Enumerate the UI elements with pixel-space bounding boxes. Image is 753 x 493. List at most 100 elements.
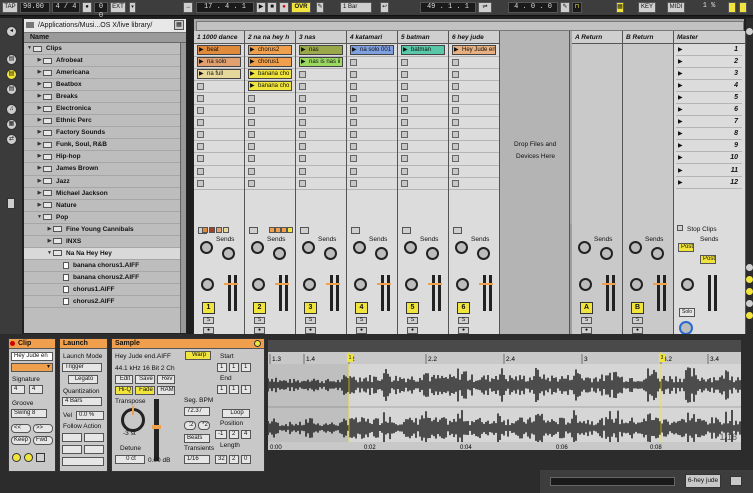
- crossfade-toggle-icon[interactable]: [746, 300, 753, 307]
- scene-launch-row[interactable]: ▶ 9: [676, 141, 742, 153]
- keep-button[interactable]: Keep: [11, 436, 31, 445]
- track-activator-button[interactable]: A: [580, 302, 593, 314]
- send-a-knob[interactable]: [251, 241, 264, 254]
- groove-menu[interactable]: Swing 8: [11, 409, 47, 418]
- solo-button[interactable]: S: [203, 317, 214, 324]
- browser-folder-item[interactable]: ▶ Beatbox: [24, 79, 186, 92]
- clip-stop-button[interactable]: [248, 155, 255, 163]
- scene-launch-row[interactable]: ▶ 11: [676, 166, 742, 177]
- clip-slot[interactable]: ▶ chorus1: [248, 57, 292, 68]
- start-sixteenth[interactable]: 1: [241, 363, 251, 372]
- clip-stop-button[interactable]: [299, 167, 306, 175]
- device-browser-icon[interactable]: ♫: [6, 104, 17, 115]
- clip-stop-button[interactable]: [401, 167, 408, 175]
- signature-field[interactable]: 4 / 4: [52, 2, 80, 13]
- solo-button[interactable]: S: [356, 317, 367, 324]
- browser-scrollbar[interactable]: [180, 43, 186, 333]
- solo-button[interactable]: S: [632, 317, 643, 324]
- track-activator-button[interactable]: 6: [457, 302, 470, 314]
- clip-stop-button[interactable]: [299, 119, 306, 127]
- tap-button[interactable]: TAP: [2, 2, 18, 13]
- loop-start-marker[interactable]: 1: [347, 354, 353, 362]
- send-b-knob[interactable]: [273, 247, 286, 260]
- clip-stop-button[interactable]: [401, 143, 408, 151]
- volume-fader-handle[interactable]: [479, 283, 493, 285]
- solo-button[interactable]: S: [458, 317, 469, 324]
- nudge-forward-button[interactable]: >>: [33, 424, 53, 433]
- arrangement-position[interactable]: 17 . 4 . 1: [196, 2, 254, 13]
- follow-action-b[interactable]: [84, 433, 104, 442]
- arm-button[interactable]: ●: [407, 327, 418, 334]
- send-a-knob[interactable]: [629, 241, 642, 254]
- clip-stop-button[interactable]: [452, 143, 459, 151]
- loop-button[interactable]: Loop: [222, 409, 250, 418]
- track-stop-button[interactable]: [249, 227, 258, 234]
- scene-launch-row[interactable]: ▶ 12: [676, 178, 742, 189]
- clip-stop-button[interactable]: [452, 119, 459, 127]
- send-a-knob[interactable]: [353, 241, 366, 254]
- clip-stop-button[interactable]: [401, 131, 408, 139]
- follow-action-b-chance[interactable]: [84, 445, 104, 454]
- track-activator-button[interactable]: 5: [406, 302, 419, 314]
- reverse-button[interactable]: Rev: [157, 375, 175, 384]
- browser-folder-item[interactable]: ▶ Fine Young Cannibals: [24, 224, 186, 236]
- envelope-icon[interactable]: [36, 453, 45, 462]
- clip-stop-button[interactable]: [350, 71, 357, 79]
- clip-stop-button[interactable]: [197, 179, 204, 187]
- position-bar[interactable]: -1: [215, 430, 227, 439]
- parent-folder-icon[interactable]: [26, 22, 34, 28]
- expand-triangle-icon[interactable]: ▶: [36, 139, 43, 150]
- fwd-button[interactable]: Fwd: [33, 436, 53, 445]
- clip-stop-button[interactable]: [350, 119, 357, 127]
- clip-stop-button[interactable]: [299, 143, 306, 151]
- clip-slot[interactable]: ▶ banana cho: [248, 69, 292, 80]
- volume-fader-handle[interactable]: [602, 283, 616, 285]
- clip-stop-button[interactable]: [350, 155, 357, 163]
- pan-knob[interactable]: [456, 278, 469, 291]
- clip-stop-button[interactable]: [401, 119, 408, 127]
- scene-play-icon[interactable]: ▶: [678, 94, 683, 101]
- clip-stop-button[interactable]: [452, 83, 459, 91]
- solo-button[interactable]: S: [407, 317, 418, 324]
- cue-volume-knob[interactable]: [679, 321, 693, 335]
- browser-folder-item[interactable]: ▶ Jazz: [24, 176, 186, 188]
- clip-stop-button[interactable]: [248, 131, 255, 139]
- send-b-knob[interactable]: [222, 247, 235, 260]
- quantize-menu[interactable]: 1 Bar: [340, 2, 372, 13]
- punch-icon[interactable]: ⊓: [572, 2, 582, 13]
- key-map-button[interactable]: KEY: [638, 2, 656, 13]
- clip-stop-button[interactable]: [299, 71, 306, 79]
- pan-knob[interactable]: [303, 278, 316, 291]
- back-icon[interactable]: ↩: [380, 2, 389, 13]
- send-b-knob[interactable]: [324, 247, 337, 260]
- volume-fader-handle[interactable]: [653, 283, 667, 285]
- nudge-back-button[interactable]: <<: [11, 424, 31, 433]
- track-title[interactable]: 5 batman: [398, 31, 448, 44]
- follow-arrow-icon[interactable]: →: [183, 2, 193, 13]
- position-beat[interactable]: 2: [229, 430, 239, 439]
- io-toggle-icon[interactable]: [746, 264, 753, 271]
- length-sixteenth[interactable]: 0: [241, 455, 251, 464]
- pan-knob[interactable]: [579, 278, 592, 291]
- track-activator-button[interactable]: 4: [355, 302, 368, 314]
- clip-slot[interactable]: ▶ na solo: [197, 57, 241, 68]
- clip-stop-button[interactable]: [401, 71, 408, 79]
- clip-slot[interactable]: ▶ Hey Jude en: [452, 45, 496, 55]
- sample-activator-icon[interactable]: [254, 340, 261, 347]
- clip-stop-button[interactable]: [401, 83, 408, 91]
- clip-stop-button[interactable]: [197, 155, 204, 163]
- fade-button[interactable]: Fade: [135, 386, 155, 395]
- clip-stop-button[interactable]: [299, 131, 306, 139]
- overview-bar[interactable]: [196, 21, 744, 31]
- send-b-knob[interactable]: [426, 247, 439, 260]
- clip-play-icon[interactable]: ▶: [301, 58, 306, 66]
- collapse-triangle-icon[interactable]: ▼: [46, 248, 53, 259]
- warp-button[interactable]: Warp: [185, 351, 211, 360]
- pan-knob[interactable]: [405, 278, 418, 291]
- arm-button[interactable]: ●: [356, 327, 367, 334]
- hide-browser-icon[interactable]: ◂: [6, 26, 17, 37]
- clip-play-icon[interactable]: ▶: [250, 46, 255, 54]
- clip-stop-button[interactable]: [299, 179, 306, 187]
- post-button[interactable]: Post: [678, 243, 694, 252]
- clip-stop-button[interactable]: [197, 167, 204, 175]
